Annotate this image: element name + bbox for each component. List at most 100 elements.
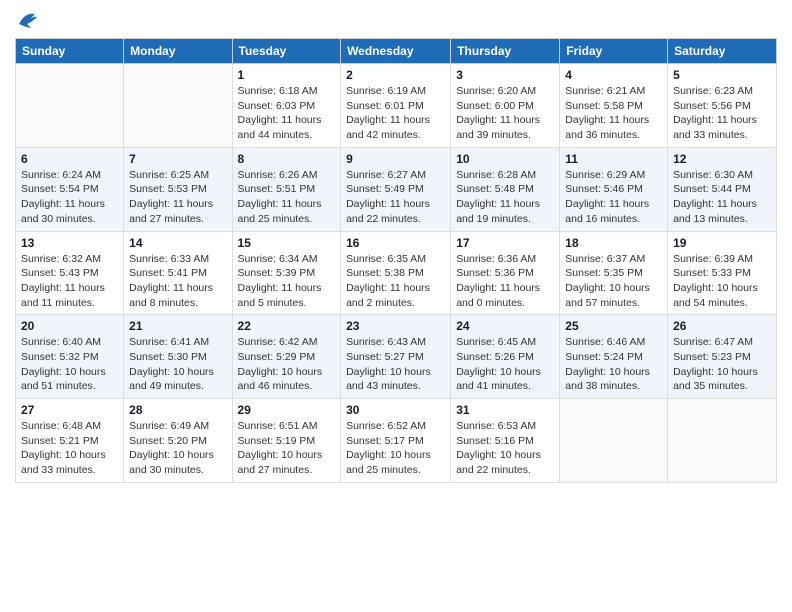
calendar-cell: 10 Sunrise: 6:28 AMSunset: 5:48 PMDayligh…: [451, 147, 560, 231]
calendar-cell: [16, 64, 124, 148]
calendar-cell: 5 Sunrise: 6:23 AMSunset: 5:56 PMDaylight…: [668, 64, 777, 148]
calendar-cell: 11 Sunrise: 6:29 AMSunset: 5:46 PMDayligh…: [560, 147, 668, 231]
day-number: 13: [21, 236, 118, 250]
calendar-week-row: 6Sunrise: 6:24 AMSunset: 5:54 PMDaylight…: [16, 147, 777, 231]
calendar-table: SundayMondayTuesdayWednesdayThursdayFrid…: [15, 38, 777, 483]
day-number: 14: [129, 236, 226, 250]
day-info: Sunrise: 6:28 AMSunset: 5:48 PMDaylight:…: [456, 168, 554, 227]
page: SundayMondayTuesdayWednesdayThursdayFrid…: [0, 0, 792, 612]
day-number: 9: [346, 152, 445, 166]
day-number: 12: [673, 152, 771, 166]
day-info: Sunrise: 6:25 AMSunset: 5:53 PMDaylight:…: [129, 168, 226, 227]
day-info: Sunrise: 6:23 AMSunset: 5:56 PMDaylight:…: [673, 84, 771, 143]
calendar-cell: 1 Sunrise: 6:18 AMSunset: 6:03 PMDaylight…: [232, 64, 341, 148]
day-number: 19: [673, 236, 771, 250]
day-info: Sunrise: 6:41 AMSunset: 5:30 PMDaylight:…: [129, 335, 226, 394]
calendar-cell: 9 Sunrise: 6:27 AMSunset: 5:49 PMDaylight…: [341, 147, 451, 231]
day-number: 5: [673, 68, 771, 82]
weekday-header-friday: Friday: [560, 39, 668, 64]
day-info: Sunrise: 6:45 AMSunset: 5:26 PMDaylight:…: [456, 335, 554, 394]
day-info: Sunrise: 6:19 AMSunset: 6:01 PMDaylight:…: [346, 84, 445, 143]
calendar-cell: 24 Sunrise: 6:45 AMSunset: 5:26 PMDayligh…: [451, 315, 560, 399]
calendar-cell: 18Sunrise: 6:37 AMSunset: 5:35 PMDayligh…: [560, 231, 668, 315]
day-number: 24: [456, 319, 554, 333]
calendar-cell: 6Sunrise: 6:24 AMSunset: 5:54 PMDaylight…: [16, 147, 124, 231]
day-info: Sunrise: 6:51 AMSunset: 5:19 PMDaylight:…: [238, 419, 336, 478]
calendar-header-row: SundayMondayTuesdayWednesdayThursdayFrid…: [16, 39, 777, 64]
calendar-cell: 21 Sunrise: 6:41 AMSunset: 5:30 PMDayligh…: [124, 315, 232, 399]
day-number: 1: [238, 68, 336, 82]
calendar-cell: 13 Sunrise: 6:32 AMSunset: 5:43 PMDayligh…: [16, 231, 124, 315]
calendar-cell: 7 Sunrise: 6:25 AMSunset: 5:53 PMDaylight…: [124, 147, 232, 231]
calendar-week-row: 27 Sunrise: 6:48 AMSunset: 5:21 PMDayligh…: [16, 399, 777, 483]
day-info: Sunrise: 6:24 AMSunset: 5:54 PMDaylight:…: [21, 168, 118, 227]
day-number: 26: [673, 319, 771, 333]
day-number: 4: [565, 68, 662, 82]
day-number: 20: [21, 319, 118, 333]
calendar-cell: [668, 399, 777, 483]
calendar-cell: 26 Sunrise: 6:47 AMSunset: 5:23 PMDayligh…: [668, 315, 777, 399]
day-info: Sunrise: 6:32 AMSunset: 5:43 PMDaylight:…: [21, 252, 118, 311]
header: [15, 10, 777, 30]
day-info: Sunrise: 6:29 AMSunset: 5:46 PMDaylight:…: [565, 168, 662, 227]
day-info: Sunrise: 6:20 AMSunset: 6:00 PMDaylight:…: [456, 84, 554, 143]
day-number: 22: [238, 319, 336, 333]
day-info: Sunrise: 6:48 AMSunset: 5:21 PMDaylight:…: [21, 419, 118, 478]
day-info: Sunrise: 6:42 AMSunset: 5:29 PMDaylight:…: [238, 335, 336, 394]
day-number: 7: [129, 152, 226, 166]
day-number: 29: [238, 403, 336, 417]
day-number: 27: [21, 403, 118, 417]
day-number: 17: [456, 236, 554, 250]
day-info: Sunrise: 6:34 AMSunset: 5:39 PMDaylight:…: [238, 252, 336, 311]
day-info: Sunrise: 6:30 AMSunset: 5:44 PMDaylight:…: [673, 168, 771, 227]
calendar-cell: 28 Sunrise: 6:49 AMSunset: 5:20 PMDayligh…: [124, 399, 232, 483]
day-info: Sunrise: 6:46 AMSunset: 5:24 PMDaylight:…: [565, 335, 662, 394]
day-number: 2: [346, 68, 445, 82]
day-info: Sunrise: 6:49 AMSunset: 5:20 PMDaylight:…: [129, 419, 226, 478]
calendar-cell: 25Sunrise: 6:46 AMSunset: 5:24 PMDayligh…: [560, 315, 668, 399]
calendar-cell: 20Sunrise: 6:40 AMSunset: 5:32 PMDayligh…: [16, 315, 124, 399]
day-info: Sunrise: 6:18 AMSunset: 6:03 PMDaylight:…: [238, 84, 336, 143]
calendar-cell: 2 Sunrise: 6:19 AMSunset: 6:01 PMDaylight…: [341, 64, 451, 148]
calendar-cell: [560, 399, 668, 483]
day-number: 8: [238, 152, 336, 166]
logo-bird-icon: [17, 10, 39, 30]
calendar-week-row: 13 Sunrise: 6:32 AMSunset: 5:43 PMDayligh…: [16, 231, 777, 315]
day-info: Sunrise: 6:43 AMSunset: 5:27 PMDaylight:…: [346, 335, 445, 394]
calendar-cell: 16Sunrise: 6:35 AMSunset: 5:38 PMDayligh…: [341, 231, 451, 315]
calendar-cell: 3 Sunrise: 6:20 AMSunset: 6:00 PMDaylight…: [451, 64, 560, 148]
day-info: Sunrise: 6:27 AMSunset: 5:49 PMDaylight:…: [346, 168, 445, 227]
day-number: 30: [346, 403, 445, 417]
day-number: 23: [346, 319, 445, 333]
calendar-week-row: 1 Sunrise: 6:18 AMSunset: 6:03 PMDaylight…: [16, 64, 777, 148]
calendar-cell: 14Sunrise: 6:33 AMSunset: 5:41 PMDayligh…: [124, 231, 232, 315]
day-number: 21: [129, 319, 226, 333]
weekday-header-saturday: Saturday: [668, 39, 777, 64]
day-info: Sunrise: 6:21 AMSunset: 5:58 PMDaylight:…: [565, 84, 662, 143]
weekday-header-sunday: Sunday: [16, 39, 124, 64]
calendar-cell: 8 Sunrise: 6:26 AMSunset: 5:51 PMDaylight…: [232, 147, 341, 231]
calendar-cell: 22 Sunrise: 6:42 AMSunset: 5:29 PMDayligh…: [232, 315, 341, 399]
calendar-cell: 23 Sunrise: 6:43 AMSunset: 5:27 PMDayligh…: [341, 315, 451, 399]
day-number: 16: [346, 236, 445, 250]
day-number: 28: [129, 403, 226, 417]
calendar-cell: 30Sunrise: 6:52 AMSunset: 5:17 PMDayligh…: [341, 399, 451, 483]
day-number: 15: [238, 236, 336, 250]
calendar-cell: 27 Sunrise: 6:48 AMSunset: 5:21 PMDayligh…: [16, 399, 124, 483]
day-number: 11: [565, 152, 662, 166]
weekday-header-thursday: Thursday: [451, 39, 560, 64]
day-number: 3: [456, 68, 554, 82]
day-info: Sunrise: 6:36 AMSunset: 5:36 PMDaylight:…: [456, 252, 554, 311]
calendar-cell: 17 Sunrise: 6:36 AMSunset: 5:36 PMDayligh…: [451, 231, 560, 315]
calendar-cell: 29 Sunrise: 6:51 AMSunset: 5:19 PMDayligh…: [232, 399, 341, 483]
weekday-header-wednesday: Wednesday: [341, 39, 451, 64]
calendar-cell: 31 Sunrise: 6:53 AMSunset: 5:16 PMDayligh…: [451, 399, 560, 483]
weekday-header-monday: Monday: [124, 39, 232, 64]
day-info: Sunrise: 6:26 AMSunset: 5:51 PMDaylight:…: [238, 168, 336, 227]
day-info: Sunrise: 6:53 AMSunset: 5:16 PMDaylight:…: [456, 419, 554, 478]
day-number: 10: [456, 152, 554, 166]
day-info: Sunrise: 6:47 AMSunset: 5:23 PMDaylight:…: [673, 335, 771, 394]
calendar-cell: 15 Sunrise: 6:34 AMSunset: 5:39 PMDayligh…: [232, 231, 341, 315]
calendar-cell: 19Sunrise: 6:39 AMSunset: 5:33 PMDayligh…: [668, 231, 777, 315]
day-number: 31: [456, 403, 554, 417]
